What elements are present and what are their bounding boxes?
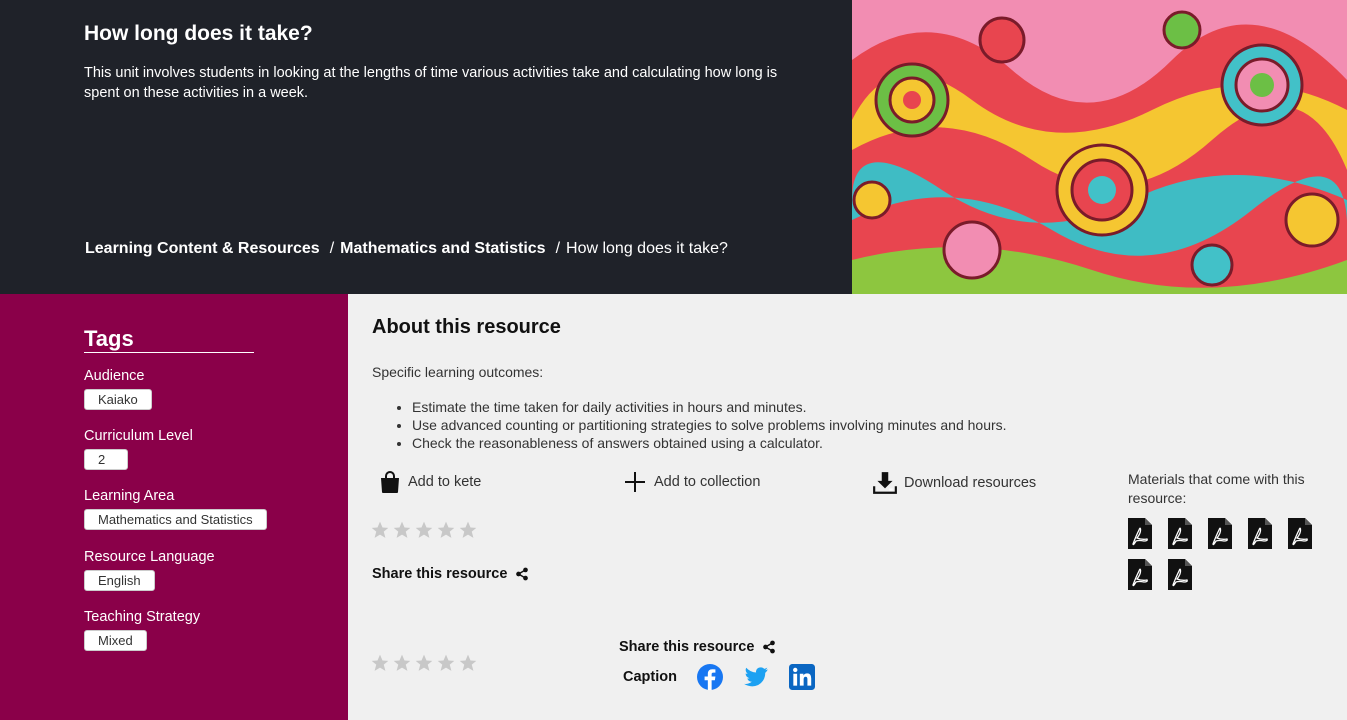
tag-chip[interactable]: 2 — [84, 449, 128, 470]
tag-group-learning-area: Learning Area Mathematics and Statistics — [84, 487, 267, 530]
page-title: How long does it take? — [84, 22, 313, 45]
tag-group-audience: Audience Kaiako — [84, 367, 152, 410]
pdf-file-icon[interactable] — [1208, 518, 1232, 549]
rating-stars-bottom[interactable] — [370, 653, 478, 673]
star-icon[interactable] — [436, 520, 456, 540]
tag-label: Resource Language — [84, 549, 215, 565]
pdf-file-icon[interactable] — [1168, 559, 1192, 590]
share-resource-button-bottom[interactable]: Share this resource — [619, 639, 776, 655]
tags-divider — [84, 352, 254, 353]
share-resource-label: Share this resource — [372, 566, 508, 582]
about-title: About this resource — [372, 316, 561, 338]
rating-stars[interactable] — [370, 520, 478, 540]
star-icon[interactable] — [370, 520, 390, 540]
decorative-pattern — [852, 0, 1347, 294]
twitter-icon[interactable] — [743, 664, 769, 690]
download-icon — [873, 472, 897, 494]
tag-group-teaching-strategy: Teaching Strategy Mixed — [84, 608, 200, 651]
page-description: This unit involves students in looking a… — [84, 65, 778, 101]
breadcrumb-current: How long does it take? — [566, 240, 728, 257]
social-share-row: Caption — [623, 664, 815, 690]
outcomes-list: Estimate the time taken for daily activi… — [412, 398, 1007, 452]
star-icon[interactable] — [458, 653, 478, 673]
pdf-file-icon[interactable] — [1168, 518, 1192, 549]
tag-label: Teaching Strategy — [84, 609, 201, 625]
tag-group-curriculum-level: Curriculum Level 2 — [84, 427, 193, 470]
tag-group-resource-language: Resource Language English — [84, 548, 215, 591]
hero-banner: How long does it take? This unit involve… — [0, 0, 1347, 294]
resource-main: About this resource Specific learning ou… — [348, 294, 1347, 720]
add-to-collection-label: Add to collection — [654, 474, 761, 490]
breadcrumb-link-mathematics[interactable]: Mathematics and Statistics — [340, 240, 545, 258]
star-icon[interactable] — [392, 520, 412, 540]
breadcrumb-separator: / — [329, 240, 335, 257]
materials-label: Materials that come with this resource: — [1128, 471, 1305, 506]
outcome-item: Use advanced counting or partitioning st… — [412, 416, 1007, 434]
star-icon[interactable] — [436, 653, 456, 673]
star-icon[interactable] — [414, 653, 434, 673]
share-resource-button[interactable]: Share this resource — [372, 566, 529, 582]
outcome-item: Estimate the time taken for daily activi… — [412, 398, 1007, 416]
star-icon[interactable] — [370, 653, 390, 673]
pdf-file-icon[interactable] — [1288, 518, 1312, 549]
share-resource-label: Share this resource — [619, 639, 755, 655]
linkedin-icon[interactable] — [788, 664, 815, 690]
plus-icon — [625, 472, 645, 492]
star-icon[interactable] — [414, 520, 434, 540]
breadcrumb: Learning Content & Resources / Mathemati… — [85, 240, 728, 258]
tag-label: Curriculum Level — [84, 428, 193, 444]
download-resources-button[interactable]: Download resources — [872, 470, 1036, 496]
hero-pattern-image — [852, 0, 1347, 294]
breadcrumb-separator: / — [555, 240, 561, 257]
pdf-file-icon[interactable] — [1128, 559, 1152, 590]
add-to-collection-button[interactable]: Add to collection — [622, 470, 760, 494]
tag-label: Learning Area — [84, 488, 175, 504]
pdf-file-icon[interactable] — [1248, 518, 1272, 549]
breadcrumb-link-learning-content[interactable]: Learning Content & Resources — [85, 240, 320, 258]
outcomes-label: Specific learning outcomes: — [372, 364, 544, 380]
share-icon — [763, 640, 776, 654]
facebook-icon[interactable] — [696, 664, 723, 690]
caption-label: Caption — [623, 669, 677, 685]
materials-pdf-list — [1128, 518, 1338, 590]
tags-sidebar: Tags Audience Kaiako Curriculum Level 2 … — [0, 294, 348, 720]
tag-chip[interactable]: Mathematics and Statistics — [84, 509, 267, 530]
add-to-kete-label: Add to kete — [408, 474, 482, 490]
tag-chip[interactable]: Mixed — [84, 630, 147, 651]
tag-label: Audience — [84, 368, 145, 384]
outcome-item: Check the reasonableness of answers obta… — [412, 434, 1007, 452]
pdf-file-icon[interactable] — [1128, 518, 1152, 549]
download-resources-label: Download resources — [904, 475, 1037, 491]
tags-heading: Tags — [84, 326, 134, 351]
share-icon — [516, 567, 529, 581]
add-to-kete-button[interactable]: Add to kete — [378, 470, 481, 494]
shopping-bag-icon — [381, 471, 399, 493]
star-icon[interactable] — [392, 653, 412, 673]
tag-chip[interactable]: Kaiako — [84, 389, 152, 410]
tag-chip[interactable]: English — [84, 570, 155, 591]
star-icon[interactable] — [458, 520, 478, 540]
